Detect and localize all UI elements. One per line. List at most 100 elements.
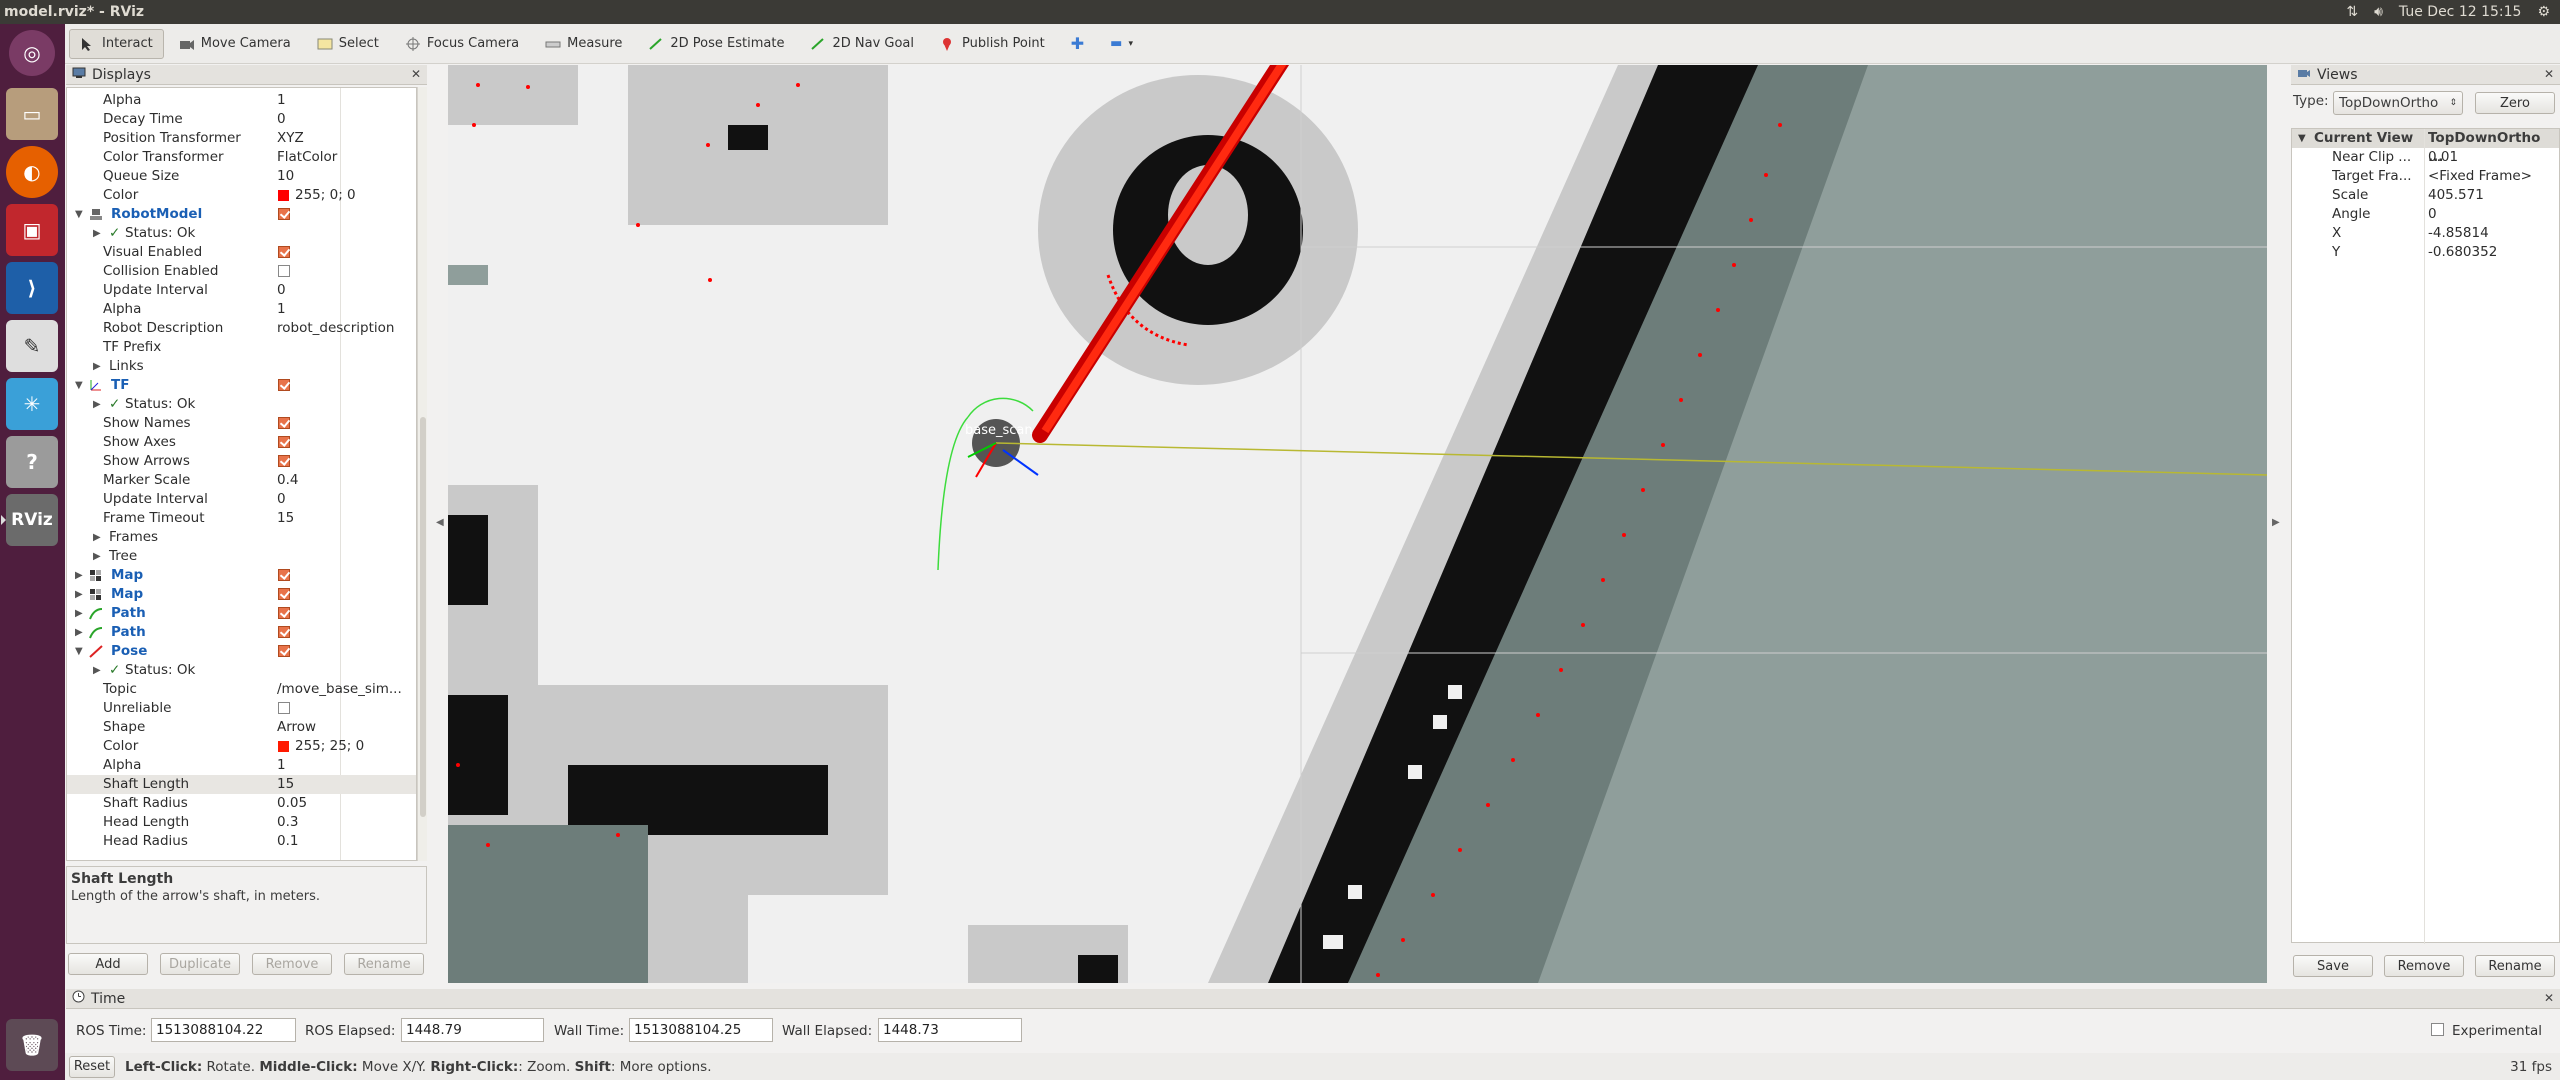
property-checkbox[interactable] [278,455,290,467]
display-property-row[interactable]: Visual Enabled [67,243,416,262]
property-checkbox[interactable] [278,436,290,448]
rename-display-button[interactable]: Rename [344,953,424,975]
collapsed-arrow-icon[interactable]: ▶ [75,604,83,623]
current-view-row[interactable]: ▼ Current View TopDownOrtho ... [2292,129,2559,165]
property-value[interactable]: XYZ [277,129,304,148]
scrollbar-thumb[interactable] [420,417,426,817]
display-property-row[interactable]: ▶ Frames [67,528,416,547]
enabled-checkbox[interactable] [278,588,290,600]
property-value[interactable]: 255; 25; 0 [295,737,364,756]
select-tool[interactable]: Select [306,29,390,59]
property-checkbox[interactable] [278,417,290,429]
publish-point-tool[interactable]: Publish Point [929,29,1056,59]
property-value[interactable]: 1 [277,300,286,319]
volume-icon[interactable]: 🔊︎ [2374,4,2383,20]
view-property-row[interactable]: X -4.85814 [2292,224,2559,243]
enabled-checkbox[interactable] [278,607,290,619]
property-value[interactable]: 0 [277,281,286,300]
property-value[interactable]: 10 [277,167,294,186]
property-value[interactable]: 0 [277,490,286,509]
display-property-row[interactable]: ▶ Path [67,604,416,623]
ros-elapsed-field[interactable]: 1448.79 [401,1018,544,1042]
collapsed-arrow-icon[interactable]: ▶ [93,224,101,243]
display-property-row[interactable]: ▶ Path [67,623,416,642]
view-property-row[interactable]: Y -0.680352 [2292,243,2559,262]
add-tool-button[interactable]: ✚ [1060,29,1095,59]
close-icon[interactable]: ✕ [2544,67,2554,81]
display-property-row[interactable]: Show Names [67,414,416,433]
trash-icon[interactable]: 🗑︎ [6,1019,58,1071]
display-property-row[interactable]: Robot Description robot_description [67,319,416,338]
app-red-icon[interactable]: ▣ [6,204,58,256]
displays-scrollbar[interactable] [417,87,427,861]
property-value[interactable]: 15 [277,509,294,528]
ubuntu-dash-icon[interactable]: ◎ [9,30,55,76]
display-property-row[interactable]: Show Arrows [67,452,416,471]
view-property-value[interactable]: 0 [2428,205,2437,224]
display-property-row[interactable]: Marker Scale 0.4 [67,471,416,490]
property-value[interactable]: 1 [277,756,286,775]
duplicate-display-button[interactable]: Duplicate [160,953,240,975]
display-property-row[interactable]: Update Interval 0 [67,490,416,509]
pose-estimate-tool[interactable]: 2D Pose Estimate [637,29,795,59]
display-property-row[interactable]: Shape Arrow [67,718,416,737]
display-property-row[interactable]: ▼ TF [67,376,416,395]
view-property-row[interactable]: Angle 0 [2292,205,2559,224]
app-blue-icon[interactable]: ✳ [6,378,58,430]
display-property-row[interactable]: Head Length 0.3 [67,813,416,832]
collapsed-arrow-icon[interactable]: ▶ [75,585,83,604]
display-property-row[interactable]: TF Prefix [67,338,416,357]
property-value[interactable]: /move_base_sim... [277,680,402,699]
collapse-right-icon[interactable]: ▶ [2272,517,2280,528]
display-property-row[interactable]: Frame Timeout 15 [67,509,416,528]
experimental-checkbox[interactable] [2431,1023,2444,1036]
display-property-row[interactable]: Alpha 1 [67,300,416,319]
collapsed-arrow-icon[interactable]: ▶ [93,395,101,414]
collapse-left-icon[interactable]: ◀ [436,517,444,528]
enabled-checkbox[interactable] [278,379,290,391]
view-property-value[interactable]: <Fixed Frame> [2428,167,2532,186]
network-icon[interactable]: ⇅ [2346,4,2358,20]
collapsed-arrow-icon[interactable]: ▶ [93,357,101,376]
reset-button[interactable]: Reset [69,1055,115,1078]
display-property-row[interactable]: Alpha 1 [67,756,416,775]
collapsed-arrow-icon[interactable]: ▶ [93,547,101,566]
save-view-button[interactable]: Save [2293,955,2373,977]
view-property-row[interactable]: Target Fra... <Fixed Frame> [2292,167,2559,186]
rviz-icon[interactable]: RViz [6,494,58,546]
property-value[interactable]: 0.1 [277,832,298,851]
expanded-arrow-icon[interactable]: ▼ [75,642,83,661]
views-tree[interactable]: ▼ Current View TopDownOrtho ... Near Cli… [2291,128,2560,944]
display-property-row[interactable]: Queue Size 10 [67,167,416,186]
display-property-row[interactable]: ▶ ✓ Status: Ok [67,224,416,243]
property-value[interactable]: 0.3 [277,813,298,832]
color-swatch[interactable] [278,741,289,752]
display-property-row[interactable]: Topic/move_base_sim... [67,680,416,699]
wall-time-field[interactable]: 1513088104.25 [629,1018,773,1042]
displays-tree[interactable]: Alpha 1 Decay Time 0 Position Transformer XYZ… [66,87,417,861]
focus-camera-tool[interactable]: Focus Camera [394,29,530,59]
close-icon[interactable]: ✕ [2544,991,2554,1005]
collapsed-arrow-icon[interactable]: ▶ [75,566,83,585]
expand-arrow-icon[interactable]: ▼ [2298,129,2306,148]
property-value[interactable]: 255; 0; 0 [295,186,356,205]
render-viewport[interactable]: base_scan [448,65,2267,983]
display-property-row[interactable]: Alpha 1 [67,91,416,110]
enabled-checkbox[interactable] [278,569,290,581]
display-property-row[interactable]: Show Axes [67,433,416,452]
close-icon[interactable]: ✕ [411,67,421,81]
display-property-row[interactable]: Shaft Length 15 [67,775,416,794]
zero-view-button[interactable]: Zero [2475,92,2555,114]
measure-tool[interactable]: Measure [534,29,633,59]
display-property-row[interactable]: Collision Enabled [67,262,416,281]
enabled-checkbox[interactable] [278,645,290,657]
view-property-value[interactable]: 405.571 [2428,186,2484,205]
expanded-arrow-icon[interactable]: ▼ [75,205,83,224]
property-checkbox[interactable] [278,265,290,277]
settings-gear-icon[interactable]: ⚙ [2537,4,2550,20]
ros-time-field[interactable]: 1513088104.22 [151,1018,296,1042]
display-property-row[interactable]: Head Radius 0.1 [67,832,416,851]
property-value[interactable]: 1 [277,91,286,110]
display-property-row[interactable]: ▶ Map [67,566,416,585]
view-property-value[interactable]: 0.01 [2428,148,2458,167]
